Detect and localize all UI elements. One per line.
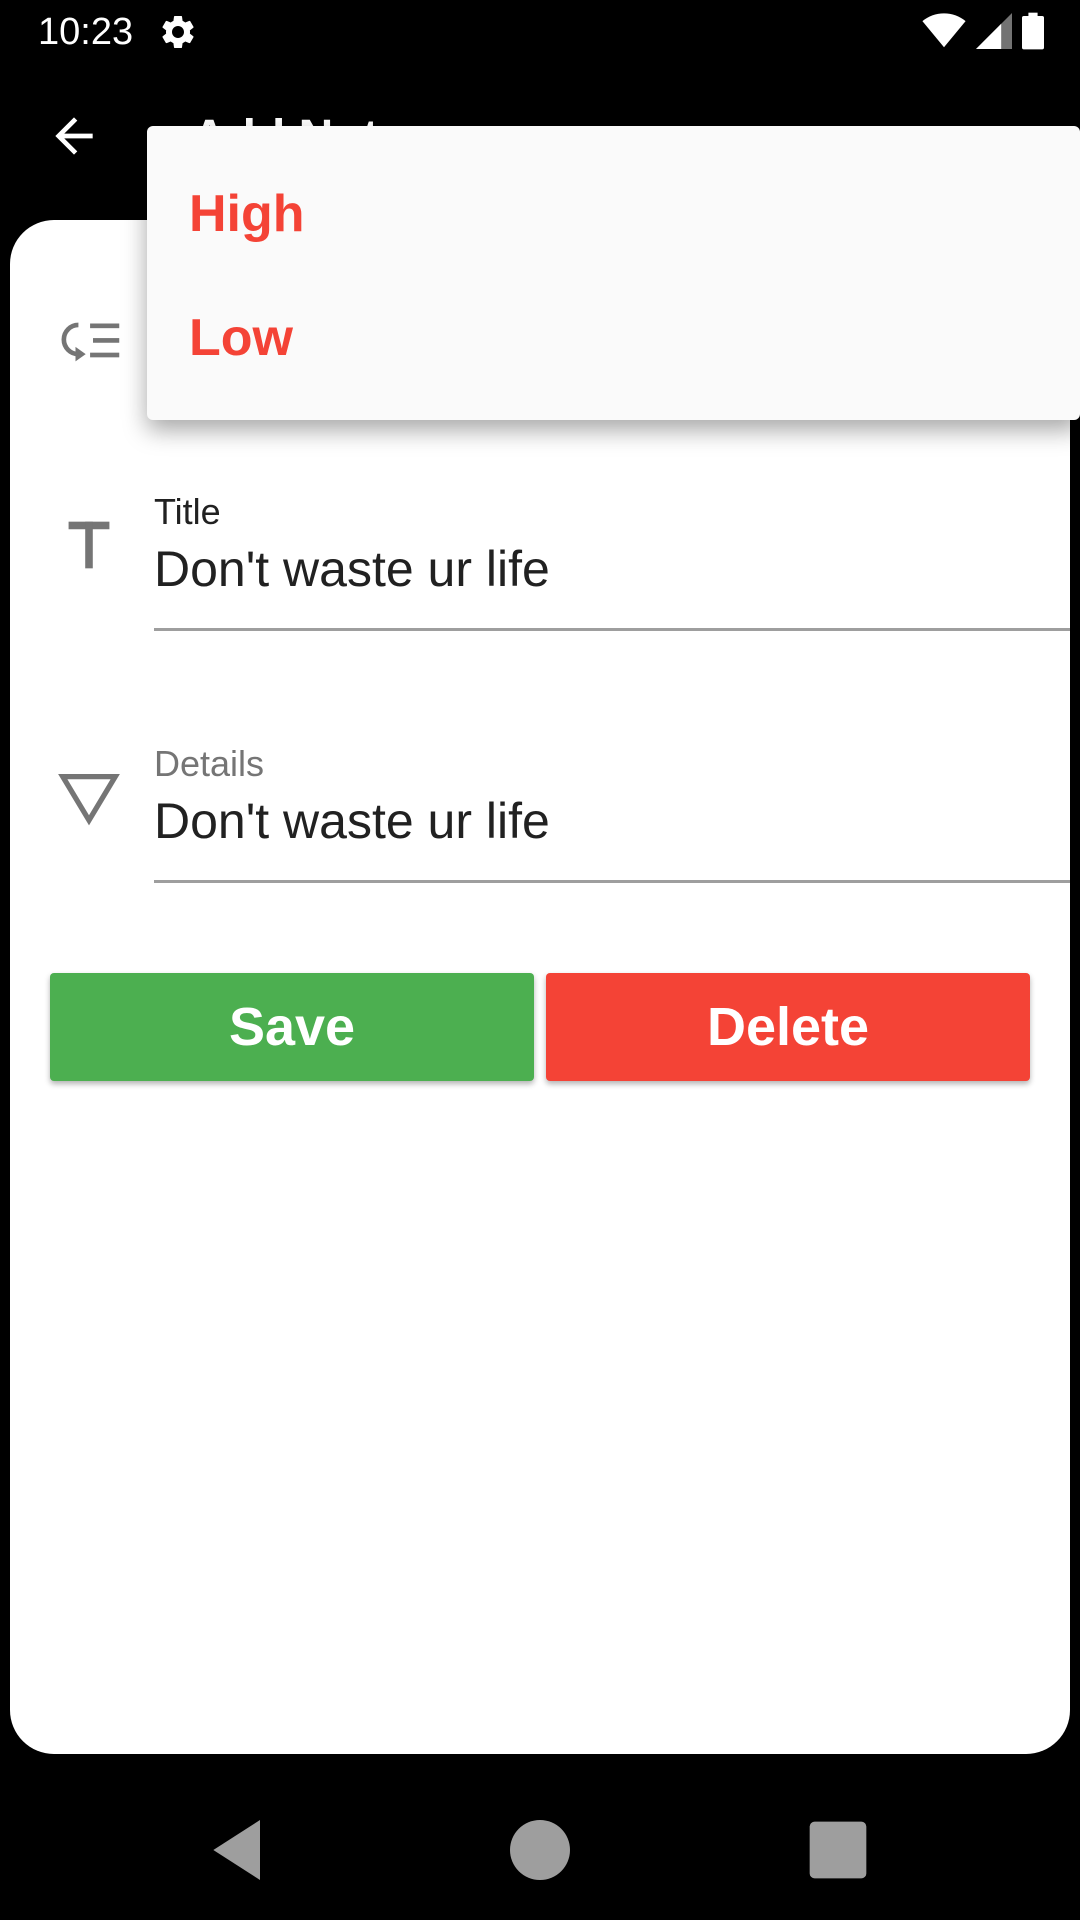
arrow-left-icon[interactable] xyxy=(46,108,102,164)
title-input[interactable]: Don't waste ur life xyxy=(154,538,1070,600)
details-underline xyxy=(154,880,1070,883)
status-time: 10:23 xyxy=(38,11,134,53)
status-icons xyxy=(922,12,1044,50)
save-button[interactable]: Save xyxy=(50,973,534,1081)
text-t-icon xyxy=(68,521,110,569)
wifi-icon xyxy=(922,13,966,48)
details-field[interactable]: Details Don't waste ur life xyxy=(154,742,1070,883)
settings-icon xyxy=(162,15,194,48)
signal-icon xyxy=(976,13,1012,49)
status-bar: 10:23 xyxy=(0,0,1080,64)
nav-recents-icon[interactable] xyxy=(798,1810,878,1890)
dropdown-option-low[interactable]: Low xyxy=(189,306,293,370)
title-underline xyxy=(154,628,1070,631)
nav-back-icon[interactable] xyxy=(200,1810,280,1890)
dropdown-option-high[interactable]: High xyxy=(189,182,305,246)
title-field[interactable]: Title Don't waste ur life xyxy=(154,490,1070,631)
note-form-card: Title Don't waste ur life Details Don't … xyxy=(10,220,1070,1754)
details-input[interactable]: Don't waste ur life xyxy=(154,790,1070,852)
delete-button[interactable]: Delete xyxy=(546,973,1030,1081)
nav-home-icon[interactable] xyxy=(500,1810,580,1890)
navigation-bar xyxy=(0,1780,1080,1920)
priority-dropdown: High Low xyxy=(147,126,1080,420)
battery-icon xyxy=(1022,12,1044,50)
triangle-down-icon xyxy=(58,773,120,826)
priority-list-icon[interactable] xyxy=(58,306,128,376)
details-label: Details xyxy=(154,743,265,784)
screen: 10:23 Add Note xyxy=(0,0,1080,1920)
title-label: Title xyxy=(154,491,221,532)
